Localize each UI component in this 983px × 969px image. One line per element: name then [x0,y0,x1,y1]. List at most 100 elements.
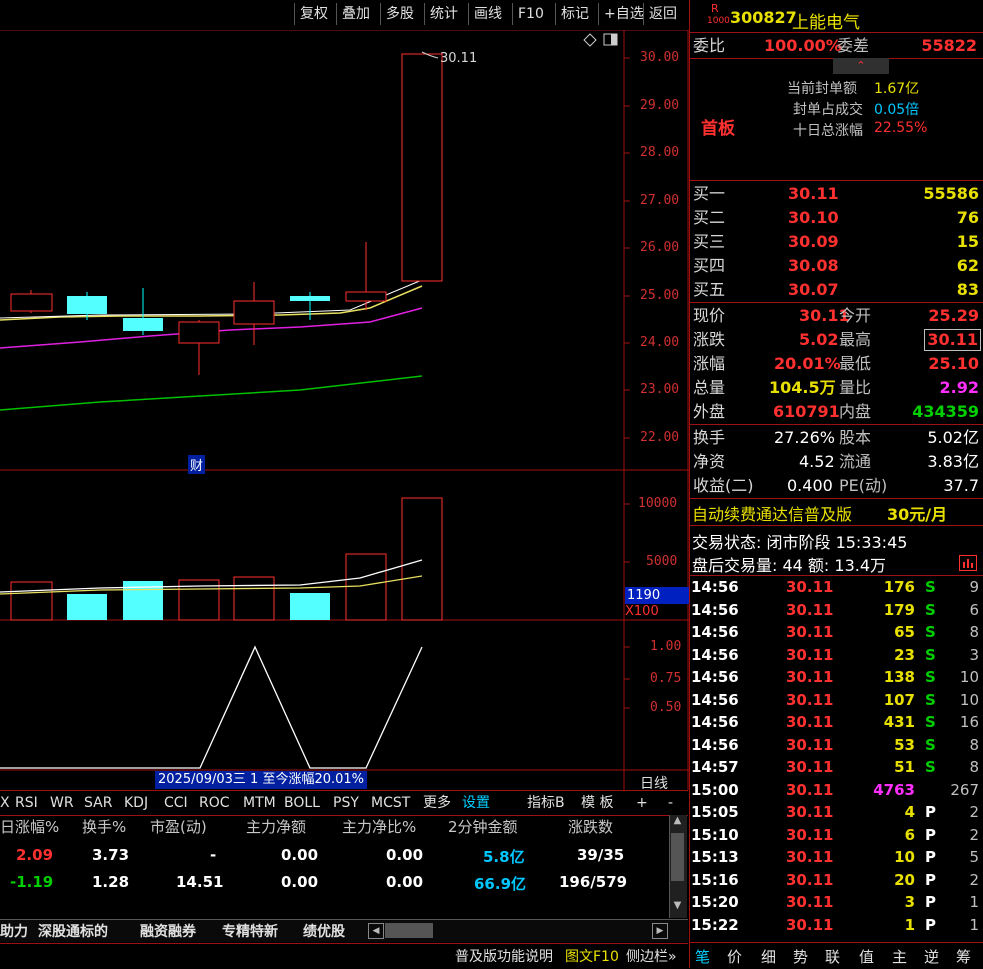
col-header[interactable]: 日涨幅% [0,816,59,837]
collapse-chevron-icon[interactable]: ⌃ [833,58,889,74]
sheet-tab[interactable]: 助力 [0,921,28,941]
tab-rsi[interactable]: RSI [15,793,38,813]
tab-lian[interactable]: 联 [825,946,840,967]
tick-direction: P [925,893,936,911]
tick-time: 15:10 [691,825,739,844]
tab-x[interactable]: X [0,793,10,813]
scroll-up-icon[interactable]: ▲ [670,815,685,830]
col-header[interactable]: 主力净额 [246,816,306,837]
ma-yellow-line [0,285,423,321]
toolbar-duogu[interactable]: 多股 [380,3,419,25]
toolbar-fuquan[interactable]: 复权 [294,3,333,25]
toolbar-diejia[interactable]: 叠加 [336,3,375,25]
toolbar-f10[interactable]: F10 [512,3,549,25]
tab-ni[interactable]: 逆 [924,946,939,967]
sheet-tab[interactable]: 融资融券 [140,921,196,941]
bar-chart-icon[interactable] [959,555,977,571]
tick-volume: 6 [904,825,915,844]
quote-label: 涨跌 [693,330,726,349]
bid-price: 30.11 [788,184,839,203]
seal-value: 1.67亿 [874,81,920,97]
status-sidebar[interactable]: 侧边栏» [626,946,677,966]
toolbar-huaxian[interactable]: 画线 [468,3,507,25]
tab-cci[interactable]: CCI [164,793,188,813]
quote-value: 5.02 [799,330,839,349]
tick-direction: P [925,915,936,934]
volume-bar [345,553,387,621]
quote-value: 610791 [773,402,840,421]
fund-value: 5.02亿 [927,428,979,447]
col-header[interactable]: 2分钟金额 [448,816,518,837]
tab-chou[interactable]: 筹 [956,946,971,967]
toolbar-zixuan[interactable]: +自选 [598,3,649,25]
toolbar-tongji[interactable]: 统计 [424,3,463,25]
scroll-down-icon[interactable]: ▼ [670,900,685,915]
tab-shi[interactable]: 势 [793,946,808,967]
tab-zhi[interactable]: 值 [859,946,874,967]
col-header[interactable]: 换手% [82,816,126,837]
tick-row: 14:56 30.11 53 S 8 [689,734,983,757]
zoom-out-button[interactable]: - [668,793,673,813]
tick-time: 15:16 [691,870,739,889]
bid-volume: 55586 [923,184,979,203]
col-header[interactable]: 主力净比% [342,816,416,837]
tick-time: 14:56 [691,668,739,686]
tick-direction: P [925,870,936,889]
tick-row: 14:56 30.11 65 S 8 [689,621,983,644]
toolbar-biaoji[interactable]: 标记 [555,3,594,25]
tick-price: 30.11 [786,915,834,934]
tick-direction: S [925,668,936,686]
tab-more[interactable]: 更多 [423,793,451,813]
sheet-tab[interactable]: 专精特新 [222,921,278,941]
sheet-scroll-right-icon[interactable]: ▶ [652,923,668,939]
sheet-tab[interactable]: 深股通标的 [38,921,108,941]
status-f10[interactable]: 图文F10 [565,946,619,966]
finance-marker[interactable]: 财 [188,455,206,474]
tab-jia[interactable]: 价 [727,946,742,967]
tab-psy[interactable]: PSY [333,793,359,813]
candle [233,300,275,325]
tick-volume: 138 [883,668,915,686]
tab-boll[interactable]: BOLL [284,793,320,813]
r-badge: R [711,2,719,15]
status-help[interactable]: 普及版功能说明 [455,946,553,966]
zoom-in-button[interactable]: + [636,793,648,813]
ind-tick: 0.50 [650,700,682,715]
toolbar-fanhui[interactable]: 返回 [643,3,682,25]
tab-wr[interactable]: WR [50,793,74,813]
candle [290,296,330,301]
tick-price: 30.11 [786,623,834,641]
tab-kdj[interactable]: KDJ [124,793,148,813]
trade-status: 交易状态: 闭市阶段 15:33:45 [692,533,908,552]
ad-price[interactable]: 30元/月 [887,501,947,525]
tab-settings[interactable]: 设置 [462,793,490,813]
tab-zhu[interactable]: 主 [892,946,907,967]
ad-banner[interactable]: 自动续费通达信普及版 [692,501,852,525]
sheet-tab[interactable]: 绩优股 [303,921,345,941]
tick-time: 14:56 [691,578,739,596]
quote-value: 25.29 [928,306,979,325]
tab-mcst[interactable]: MCST [371,793,410,813]
tick-row: 14:56 30.11 176 S 9 [689,576,983,599]
tick-time: 15:05 [691,803,739,821]
volume-bars [10,497,443,621]
scroll-thumb[interactable] [671,833,684,881]
sheet-scroll-left-icon[interactable]: ◀ [368,923,384,939]
col-header[interactable]: 涨跌数 [568,816,613,837]
tab-bi[interactable]: 笔 [695,946,710,967]
tick-list[interactable]: 14:56 30.11 176 S 9 14:56 30.11 179 S 6 14:56 30.11… [689,576,983,938]
quote-label: 现价 [693,306,726,325]
tab-roc[interactable]: ROC [199,793,230,813]
tick-row: 14:56 30.11 431 S 16 [689,711,983,734]
tab-sar[interactable]: SAR [84,793,112,813]
bid-price: 30.10 [788,208,839,227]
tick-price: 30.11 [786,713,834,731]
kline-chart[interactable] [0,30,689,790]
tab-indicator-b[interactable]: 指标B [527,793,565,813]
tab-xi[interactable]: 细 [761,946,776,967]
weicha-label: 委差 [837,36,870,55]
tab-mtm[interactable]: MTM [243,793,276,813]
tab-template[interactable]: 模 板 [581,793,613,813]
sheet-scroll-thumb[interactable] [385,923,433,938]
col-header[interactable]: 市盈(动) [150,816,207,837]
